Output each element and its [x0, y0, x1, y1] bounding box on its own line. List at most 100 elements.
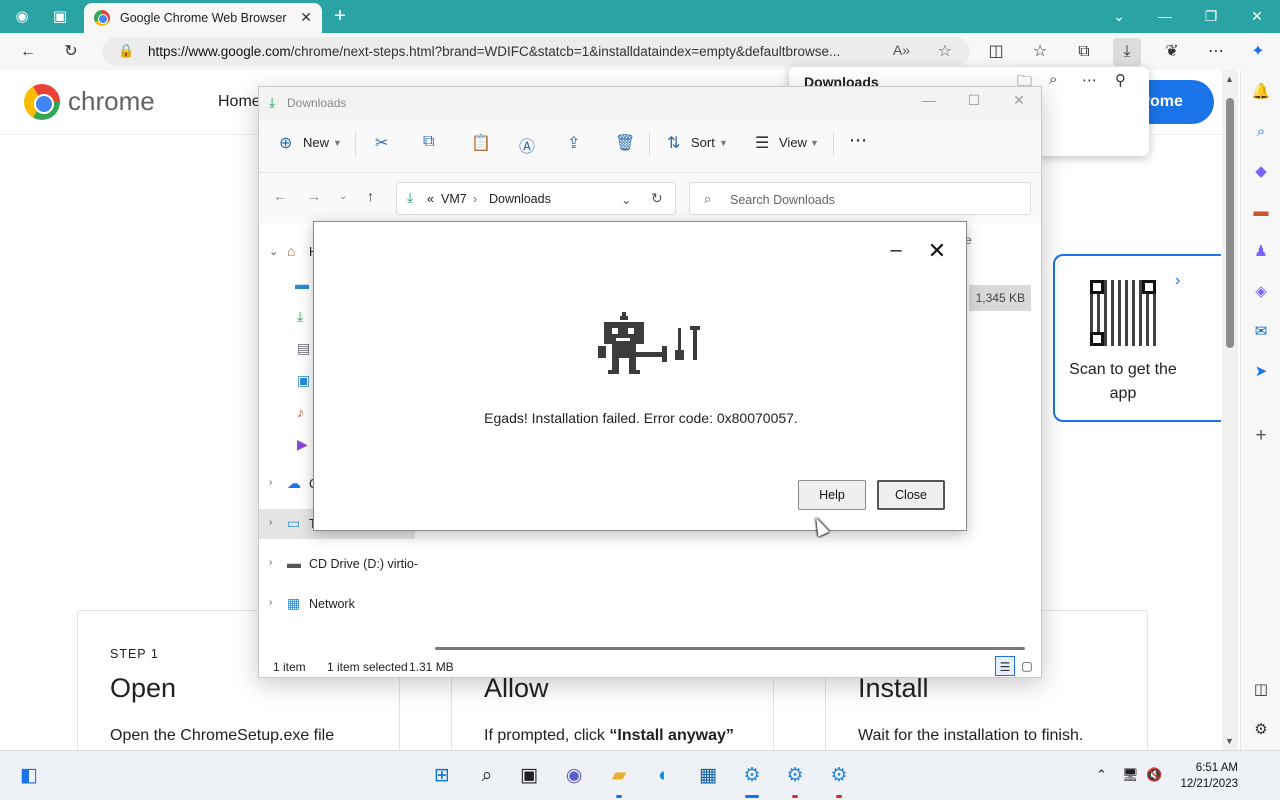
file-explorer-icon[interactable]: ▰: [606, 763, 632, 789]
more-options-icon[interactable]: ⋯: [1202, 38, 1230, 66]
profile-icon[interactable]: ◉: [8, 0, 36, 33]
more-icon[interactable]: ⋯: [1082, 71, 1097, 89]
close-tab-icon[interactable]: ✕: [300, 9, 312, 26]
search-icon[interactable]: ⌕: [1249, 120, 1273, 144]
scroll-thumb[interactable]: [1226, 98, 1234, 348]
bell-icon[interactable]: 🔔: [1249, 80, 1273, 104]
clock-time: 6:51 AM: [1195, 762, 1238, 774]
refresh-icon[interactable]: ↻: [57, 38, 85, 66]
sidebar-toggle-icon[interactable]: ◫: [1249, 678, 1273, 702]
installer-app-icon[interactable]: ⚙: [826, 763, 852, 789]
paste-icon[interactable]: 📋: [471, 133, 491, 153]
more-icon[interactable]: ⋯: [849, 130, 867, 151]
horizontal-scrollbar[interactable]: [435, 647, 1025, 650]
tree-item-network[interactable]: › ▦ Network: [259, 589, 419, 619]
search-downloads-box[interactable]: ⌕ Search Downloads: [689, 182, 1031, 215]
edge-icon[interactable]: ◐: [651, 763, 677, 789]
maximize-button[interactable]: ☐: [954, 92, 994, 109]
shopping-tag-icon[interactable]: ◆: [1249, 160, 1273, 184]
cut-icon[interactable]: ✂: [375, 133, 388, 153]
outlook-icon[interactable]: ✉: [1249, 320, 1273, 344]
search-icon[interactable]: ⌕: [474, 763, 500, 789]
store-icon[interactable]: ▦: [695, 763, 721, 789]
search-icon[interactable]: ⌕: [1049, 71, 1057, 88]
chevron-right-icon[interactable]: ›: [269, 517, 272, 528]
start-windows-icon[interactable]: ⊞: [429, 763, 455, 789]
system-clock[interactable]: 6:51 AM 12/21/2023: [1174, 760, 1238, 792]
help-button[interactable]: Help: [798, 480, 866, 510]
restore-button[interactable]: ❐: [1188, 0, 1234, 33]
qr-card[interactable]: › Scan to get the app: [1053, 254, 1221, 422]
details-view-icon[interactable]: ☰: [995, 656, 1015, 676]
widgets-icon[interactable]: ◧: [16, 763, 42, 789]
sort-icon: ⇅: [667, 135, 681, 152]
minimize-button[interactable]: —: [1142, 0, 1188, 33]
back-icon[interactable]: ←: [273, 188, 287, 204]
office-icon[interactable]: ◈: [1249, 280, 1273, 304]
close-window-button[interactable]: ✕: [1234, 0, 1280, 33]
close-button[interactable]: ✕: [999, 92, 1039, 109]
send-icon[interactable]: ➤: [1249, 360, 1273, 384]
favorites-icon[interactable]: ☆: [1026, 38, 1054, 66]
tab-chrome[interactable]: Google Chrome Web Browser ✕: [84, 3, 322, 33]
copilot-icon[interactable]: ✦: [1244, 38, 1272, 66]
close-icon[interactable]: ✕: [924, 238, 950, 264]
path-root[interactable]: VM7: [441, 192, 467, 206]
split-screen-icon[interactable]: ◫: [982, 38, 1010, 66]
network-icon[interactable]: 🖥: [1122, 767, 1139, 783]
tab-actions-icon[interactable]: ▣: [46, 0, 74, 33]
collections-icon[interactable]: ⧉: [1070, 38, 1098, 66]
add-icon[interactable]: +: [1249, 424, 1273, 448]
chevron-up-icon[interactable]: ⌃: [1096, 767, 1107, 783]
chevron-right-icon[interactable]: ›: [269, 477, 272, 488]
page-scrollbar[interactable]: ▲ ▼: [1222, 70, 1238, 750]
up-icon[interactable]: ↑: [367, 188, 374, 204]
new-button[interactable]: New: [303, 135, 329, 150]
task-view-icon[interactable]: ▣: [516, 763, 542, 789]
recent-icon[interactable]: ⌄: [339, 191, 347, 202]
new-tab-icon[interactable]: +: [326, 0, 354, 33]
chevron-right-icon[interactable]: ›: [269, 557, 272, 568]
chevron-down-icon[interactable]: ⌄: [621, 192, 631, 207]
tab-title: Google Chrome Web Browser: [120, 11, 287, 25]
tree-item-cd-drive[interactable]: › ▬ CD Drive (D:) virtio-: [259, 549, 419, 579]
back-icon[interactable]: ←: [14, 38, 42, 66]
file-row-size[interactable]: 1,345 KB: [969, 285, 1031, 311]
scroll-down-icon[interactable]: ▼: [1225, 736, 1234, 746]
tiles-view-icon[interactable]: ▢: [1017, 656, 1037, 676]
refresh-icon[interactable]: ↻: [651, 190, 663, 207]
chevron-down-icon[interactable]: ⌄: [1096, 0, 1142, 33]
minimize-button[interactable]: —: [909, 92, 949, 108]
share-icon[interactable]: ⇪: [567, 133, 580, 153]
copy-icon[interactable]: ⧉: [423, 133, 434, 151]
pin-icon[interactable]: ⚲: [1115, 71, 1126, 89]
extensions-icon[interactable]: ❦: [1158, 38, 1186, 66]
nav-home-link[interactable]: Home: [218, 93, 261, 111]
close-button[interactable]: Close: [877, 480, 945, 510]
volume-muted-icon[interactable]: 🔇: [1146, 767, 1162, 783]
sort-button[interactable]: Sort: [691, 135, 715, 150]
forward-icon[interactable]: →: [307, 188, 321, 204]
installer-app-icon[interactable]: ⚙: [739, 763, 765, 789]
games-icon[interactable]: ♟: [1249, 240, 1273, 264]
settings-gear-icon[interactable]: ⚙: [1249, 718, 1273, 742]
path-overflow[interactable]: «: [427, 192, 434, 206]
address-input[interactable]: 🔒 https://www.google.com/chrome/next-ste…: [102, 37, 970, 66]
tools-icon[interactable]: ▬: [1249, 200, 1273, 224]
chevron-right-icon[interactable]: ›: [269, 597, 272, 608]
delete-icon[interactable]: 🗑: [615, 133, 635, 153]
favorite-star-icon[interactable]: ☆: [938, 41, 952, 61]
scroll-up-icon[interactable]: ▲: [1225, 74, 1234, 84]
chat-icon[interactable]: ◉: [561, 763, 587, 789]
address-path[interactable]: ⤓ « VM7 › Downloads ⌄ ↻: [396, 182, 676, 215]
explorer-title: Downloads: [287, 96, 347, 110]
minimize-button[interactable]: –: [884, 238, 908, 262]
view-button[interactable]: View: [779, 135, 807, 150]
read-aloud-icon[interactable]: A»: [893, 42, 910, 58]
chevron-down-icon[interactable]: ⌄: [269, 245, 278, 258]
rename-icon[interactable]: Ⓐ: [519, 133, 535, 157]
search-input[interactable]: Search Downloads: [730, 193, 835, 207]
installer-app-icon[interactable]: ⚙: [782, 763, 808, 789]
path-folder[interactable]: Downloads: [489, 192, 551, 206]
downloads-icon[interactable]: ⤓: [1113, 38, 1141, 66]
